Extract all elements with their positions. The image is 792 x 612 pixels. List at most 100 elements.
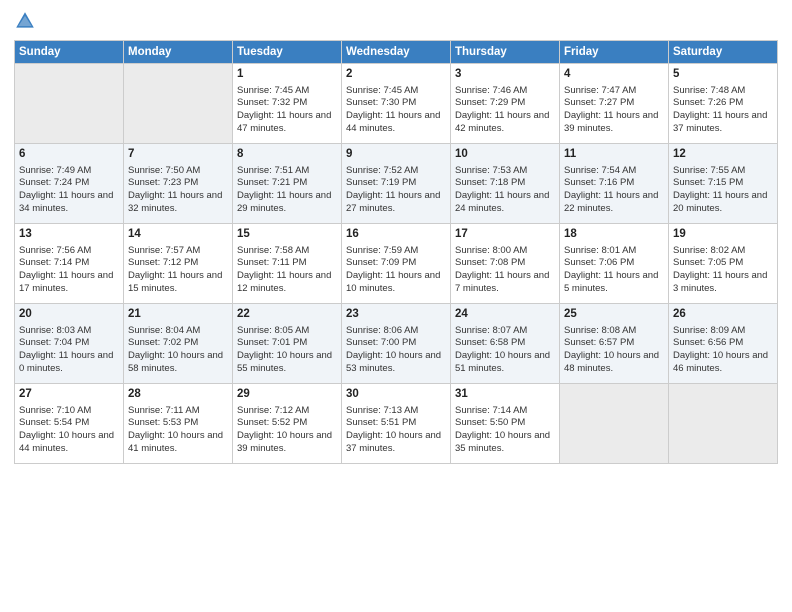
calendar-cell: 30 Sunrise: 7:13 AMSunset: 5:51 PMDayligh… — [342, 384, 451, 464]
calendar-cell — [560, 384, 669, 464]
day-number: 8 — [237, 147, 337, 163]
cell-info: Sunrise: 8:04 AMSunset: 7:02 PMDaylight:… — [128, 325, 228, 376]
day-number: 21 — [128, 307, 228, 323]
cell-info: Sunrise: 8:09 AMSunset: 6:56 PMDaylight:… — [673, 325, 773, 376]
cell-info: Sunrise: 8:02 AMSunset: 7:05 PMDaylight:… — [673, 245, 773, 296]
calendar-cell: 27 Sunrise: 7:10 AMSunset: 5:54 PMDayligh… — [15, 384, 124, 464]
cell-info: Sunrise: 7:59 AMSunset: 7:09 PMDaylight:… — [346, 245, 446, 296]
cell-info: Sunrise: 7:48 AMSunset: 7:26 PMDaylight:… — [673, 85, 773, 136]
day-number: 11 — [564, 147, 664, 163]
cell-info: Sunrise: 7:14 AMSunset: 5:50 PMDaylight:… — [455, 405, 555, 456]
calendar-cell: 21 Sunrise: 8:04 AMSunset: 7:02 PMDayligh… — [124, 304, 233, 384]
cell-info: Sunrise: 7:47 AMSunset: 7:27 PMDaylight:… — [564, 85, 664, 136]
day-number: 14 — [128, 227, 228, 243]
calendar-page: SundayMondayTuesdayWednesdayThursdayFrid… — [0, 0, 792, 612]
cell-info: Sunrise: 8:01 AMSunset: 7:06 PMDaylight:… — [564, 245, 664, 296]
cell-info: Sunrise: 8:06 AMSunset: 7:00 PMDaylight:… — [346, 325, 446, 376]
cell-info: Sunrise: 7:45 AMSunset: 7:32 PMDaylight:… — [237, 85, 337, 136]
day-number: 19 — [673, 227, 773, 243]
calendar-cell: 3 Sunrise: 7:46 AMSunset: 7:29 PMDaylight… — [451, 64, 560, 144]
calendar-cell: 26Sunrise: 8:09 AMSunset: 6:56 PMDayligh… — [669, 304, 778, 384]
cell-info: Sunrise: 7:13 AMSunset: 5:51 PMDaylight:… — [346, 405, 446, 456]
calendar-cell: 5 Sunrise: 7:48 AMSunset: 7:26 PMDaylight… — [669, 64, 778, 144]
calendar-cell: 15 Sunrise: 7:58 AMSunset: 7:11 PMDayligh… — [233, 224, 342, 304]
day-number: 15 — [237, 227, 337, 243]
calendar-cell — [124, 64, 233, 144]
week-row-5: 27 Sunrise: 7:10 AMSunset: 5:54 PMDayligh… — [15, 384, 778, 464]
calendar-cell: 1 Sunrise: 7:45 AMSunset: 7:32 PMDaylight… — [233, 64, 342, 144]
week-row-2: 6Sunrise: 7:49 AMSunset: 7:24 PMDaylight… — [15, 144, 778, 224]
week-row-1: 1 Sunrise: 7:45 AMSunset: 7:32 PMDaylight… — [15, 64, 778, 144]
day-number: 25 — [564, 307, 664, 323]
calendar-cell: 29 Sunrise: 7:12 AMSunset: 5:52 PMDayligh… — [233, 384, 342, 464]
day-header-tuesday: Tuesday — [233, 41, 342, 64]
day-number: 2 — [346, 67, 446, 83]
day-number: 28 — [128, 387, 228, 403]
calendar-cell: 12 Sunrise: 7:55 AMSunset: 7:15 PMDayligh… — [669, 144, 778, 224]
calendar-cell: 18 Sunrise: 8:01 AMSunset: 7:06 PMDayligh… — [560, 224, 669, 304]
calendar-cell: 7 Sunrise: 7:50 AMSunset: 7:23 PMDaylight… — [124, 144, 233, 224]
day-number: 3 — [455, 67, 555, 83]
cell-info: Sunrise: 7:45 AMSunset: 7:30 PMDaylight:… — [346, 85, 446, 136]
calendar-table: SundayMondayTuesdayWednesdayThursdayFrid… — [14, 40, 778, 464]
day-header-monday: Monday — [124, 41, 233, 64]
calendar-cell: 24Sunrise: 8:07 AMSunset: 6:58 PMDayligh… — [451, 304, 560, 384]
day-header-wednesday: Wednesday — [342, 41, 451, 64]
calendar-cell: 10 Sunrise: 7:53 AMSunset: 7:18 PMDayligh… — [451, 144, 560, 224]
day-number: 23 — [346, 307, 446, 323]
cell-info: Sunrise: 8:03 AMSunset: 7:04 PMDaylight:… — [19, 325, 119, 376]
cell-info: Sunrise: 7:57 AMSunset: 7:12 PMDaylight:… — [128, 245, 228, 296]
cell-info: Sunrise: 7:52 AMSunset: 7:19 PMDaylight:… — [346, 165, 446, 216]
day-number: 22 — [237, 307, 337, 323]
logo-icon — [14, 10, 36, 32]
day-number: 13 — [19, 227, 119, 243]
cell-info: Sunrise: 7:56 AMSunset: 7:14 PMDaylight:… — [19, 245, 119, 296]
day-number: 10 — [455, 147, 555, 163]
days-header-row: SundayMondayTuesdayWednesdayThursdayFrid… — [15, 41, 778, 64]
calendar-cell — [15, 64, 124, 144]
cell-info: Sunrise: 7:55 AMSunset: 7:15 PMDaylight:… — [673, 165, 773, 216]
calendar-cell: 19 Sunrise: 8:02 AMSunset: 7:05 PMDayligh… — [669, 224, 778, 304]
day-number: 27 — [19, 387, 119, 403]
day-number: 18 — [564, 227, 664, 243]
cell-info: Sunrise: 8:07 AMSunset: 6:58 PMDaylight:… — [455, 325, 555, 376]
cell-info: Sunrise: 8:08 AMSunset: 6:57 PMDaylight:… — [564, 325, 664, 376]
day-number: 7 — [128, 147, 228, 163]
header — [14, 10, 778, 32]
day-number: 20 — [19, 307, 119, 323]
cell-info: Sunrise: 7:51 AMSunset: 7:21 PMDaylight:… — [237, 165, 337, 216]
day-number: 1 — [237, 67, 337, 83]
day-number: 5 — [673, 67, 773, 83]
cell-info: Sunrise: 7:12 AMSunset: 5:52 PMDaylight:… — [237, 405, 337, 456]
calendar-cell: 20 Sunrise: 8:03 AMSunset: 7:04 PMDayligh… — [15, 304, 124, 384]
day-number: 30 — [346, 387, 446, 403]
cell-info: Sunrise: 7:50 AMSunset: 7:23 PMDaylight:… — [128, 165, 228, 216]
calendar-cell: 4 Sunrise: 7:47 AMSunset: 7:27 PMDaylight… — [560, 64, 669, 144]
calendar-cell: 13 Sunrise: 7:56 AMSunset: 7:14 PMDayligh… — [15, 224, 124, 304]
day-number: 6 — [19, 147, 119, 163]
day-header-sunday: Sunday — [15, 41, 124, 64]
cell-info: Sunrise: 7:53 AMSunset: 7:18 PMDaylight:… — [455, 165, 555, 216]
cell-info: Sunrise: 7:54 AMSunset: 7:16 PMDaylight:… — [564, 165, 664, 216]
logo — [14, 10, 40, 32]
calendar-cell: 23 Sunrise: 8:06 AMSunset: 7:00 PMDayligh… — [342, 304, 451, 384]
calendar-cell: 17Sunrise: 8:00 AMSunset: 7:08 PMDayligh… — [451, 224, 560, 304]
day-number: 29 — [237, 387, 337, 403]
calendar-cell: 25 Sunrise: 8:08 AMSunset: 6:57 PMDayligh… — [560, 304, 669, 384]
calendar-cell — [669, 384, 778, 464]
calendar-cell: 9Sunrise: 7:52 AMSunset: 7:19 PMDaylight… — [342, 144, 451, 224]
cell-info: Sunrise: 7:58 AMSunset: 7:11 PMDaylight:… — [237, 245, 337, 296]
cell-info: Sunrise: 7:46 AMSunset: 7:29 PMDaylight:… — [455, 85, 555, 136]
day-number: 16 — [346, 227, 446, 243]
calendar-cell: 11 Sunrise: 7:54 AMSunset: 7:16 PMDayligh… — [560, 144, 669, 224]
day-number: 12 — [673, 147, 773, 163]
calendar-cell: 16 Sunrise: 7:59 AMSunset: 7:09 PMDayligh… — [342, 224, 451, 304]
day-number: 4 — [564, 67, 664, 83]
cell-info: Sunrise: 8:00 AMSunset: 7:08 PMDaylight:… — [455, 245, 555, 296]
week-row-4: 20 Sunrise: 8:03 AMSunset: 7:04 PMDayligh… — [15, 304, 778, 384]
cell-info: Sunrise: 7:10 AMSunset: 5:54 PMDaylight:… — [19, 405, 119, 456]
day-header-thursday: Thursday — [451, 41, 560, 64]
calendar-cell: 28Sunrise: 7:11 AMSunset: 5:53 PMDayligh… — [124, 384, 233, 464]
day-number: 31 — [455, 387, 555, 403]
week-row-3: 13 Sunrise: 7:56 AMSunset: 7:14 PMDayligh… — [15, 224, 778, 304]
